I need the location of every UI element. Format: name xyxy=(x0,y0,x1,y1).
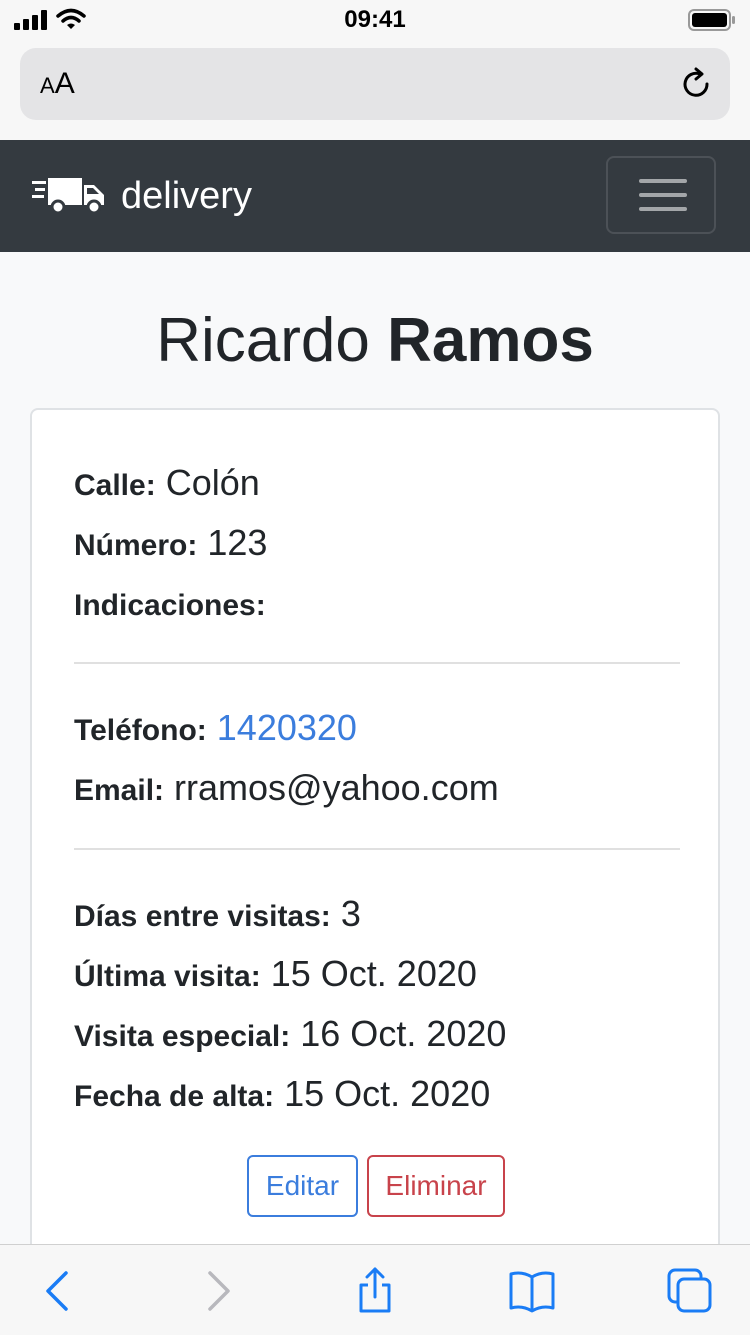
reload-icon[interactable] xyxy=(678,66,714,102)
customer-first-name: Ricardo xyxy=(156,306,370,375)
address-bar[interactable]: AA xyxy=(20,48,730,120)
detail-label: Visita especial: xyxy=(74,1020,291,1053)
browser-bottom-toolbar xyxy=(0,1244,750,1335)
battery-icon xyxy=(688,9,735,31)
edit-button[interactable]: Editar xyxy=(247,1155,358,1217)
delete-button[interactable]: Eliminar xyxy=(367,1155,505,1217)
detail-value: Colón xyxy=(165,462,260,503)
forward-chevron-icon[interactable] xyxy=(194,1267,242,1315)
detail-row-visita-especial: Visita especial: 16 Oct. 2020 xyxy=(74,1009,506,1059)
page-title: Ricardo Ramos xyxy=(0,304,750,378)
customer-last-name: Ramos xyxy=(387,306,594,375)
detail-row-indicaciones: Indicaciones: xyxy=(74,578,266,628)
status-time: 09:41 xyxy=(344,6,406,33)
detail-value: rramos@yahoo.com xyxy=(174,767,499,808)
detail-row-numero: Número: 123 xyxy=(74,518,267,568)
back-chevron-icon[interactable] xyxy=(34,1267,82,1315)
divider xyxy=(74,848,680,850)
detail-row-telefono: Teléfono: 1420320 xyxy=(74,703,357,753)
reader-options-button[interactable]: AA xyxy=(40,64,75,104)
detail-value: 123 xyxy=(207,522,268,563)
detail-label: Última visita: xyxy=(74,960,261,993)
phone-link[interactable]: 1420320 xyxy=(217,707,357,748)
tabs-icon[interactable] xyxy=(666,1267,714,1315)
detail-row-ultima-visita: Última visita: 15 Oct. 2020 xyxy=(74,949,477,999)
detail-value: 16 Oct. 2020 xyxy=(300,1013,507,1054)
detail-row-fecha-de-alta: Fecha de alta: 15 Oct. 2020 xyxy=(74,1069,490,1119)
detail-label: Teléfono: xyxy=(74,714,207,747)
detail-label: Email: xyxy=(74,774,165,807)
detail-label: Calle: xyxy=(74,469,156,502)
bookmarks-icon[interactable] xyxy=(508,1267,556,1315)
share-icon[interactable] xyxy=(351,1267,399,1315)
detail-label: Fecha de alta: xyxy=(74,1080,275,1113)
brand-name[interactable]: delivery xyxy=(121,172,252,220)
detail-row-email: Email: rramos@yahoo.com xyxy=(74,763,499,813)
status-bar: 09:41 xyxy=(0,0,750,40)
browser-top-bar: AA xyxy=(0,40,750,140)
detail-label: Número: xyxy=(74,529,198,562)
truck-icon[interactable] xyxy=(32,176,106,216)
menu-toggle-button[interactable] xyxy=(606,156,716,234)
detail-label: Días entre visitas: xyxy=(74,900,331,933)
customer-detail-card: Calle: Colón Número: 123 Indicaciones: T… xyxy=(30,408,720,1288)
detail-value: 15 Oct. 2020 xyxy=(284,1073,491,1114)
detail-label: Indicaciones: xyxy=(74,589,266,622)
detail-row-calle: Calle: Colón xyxy=(74,458,260,508)
navbar: delivery xyxy=(0,140,750,252)
divider xyxy=(74,662,680,664)
detail-value: 15 Oct. 2020 xyxy=(270,953,477,994)
detail-value: 3 xyxy=(340,893,361,934)
hamburger-menu-icon xyxy=(639,179,687,183)
detail-row-dias-entre-visitas: Días entre visitas: 3 xyxy=(74,889,361,939)
